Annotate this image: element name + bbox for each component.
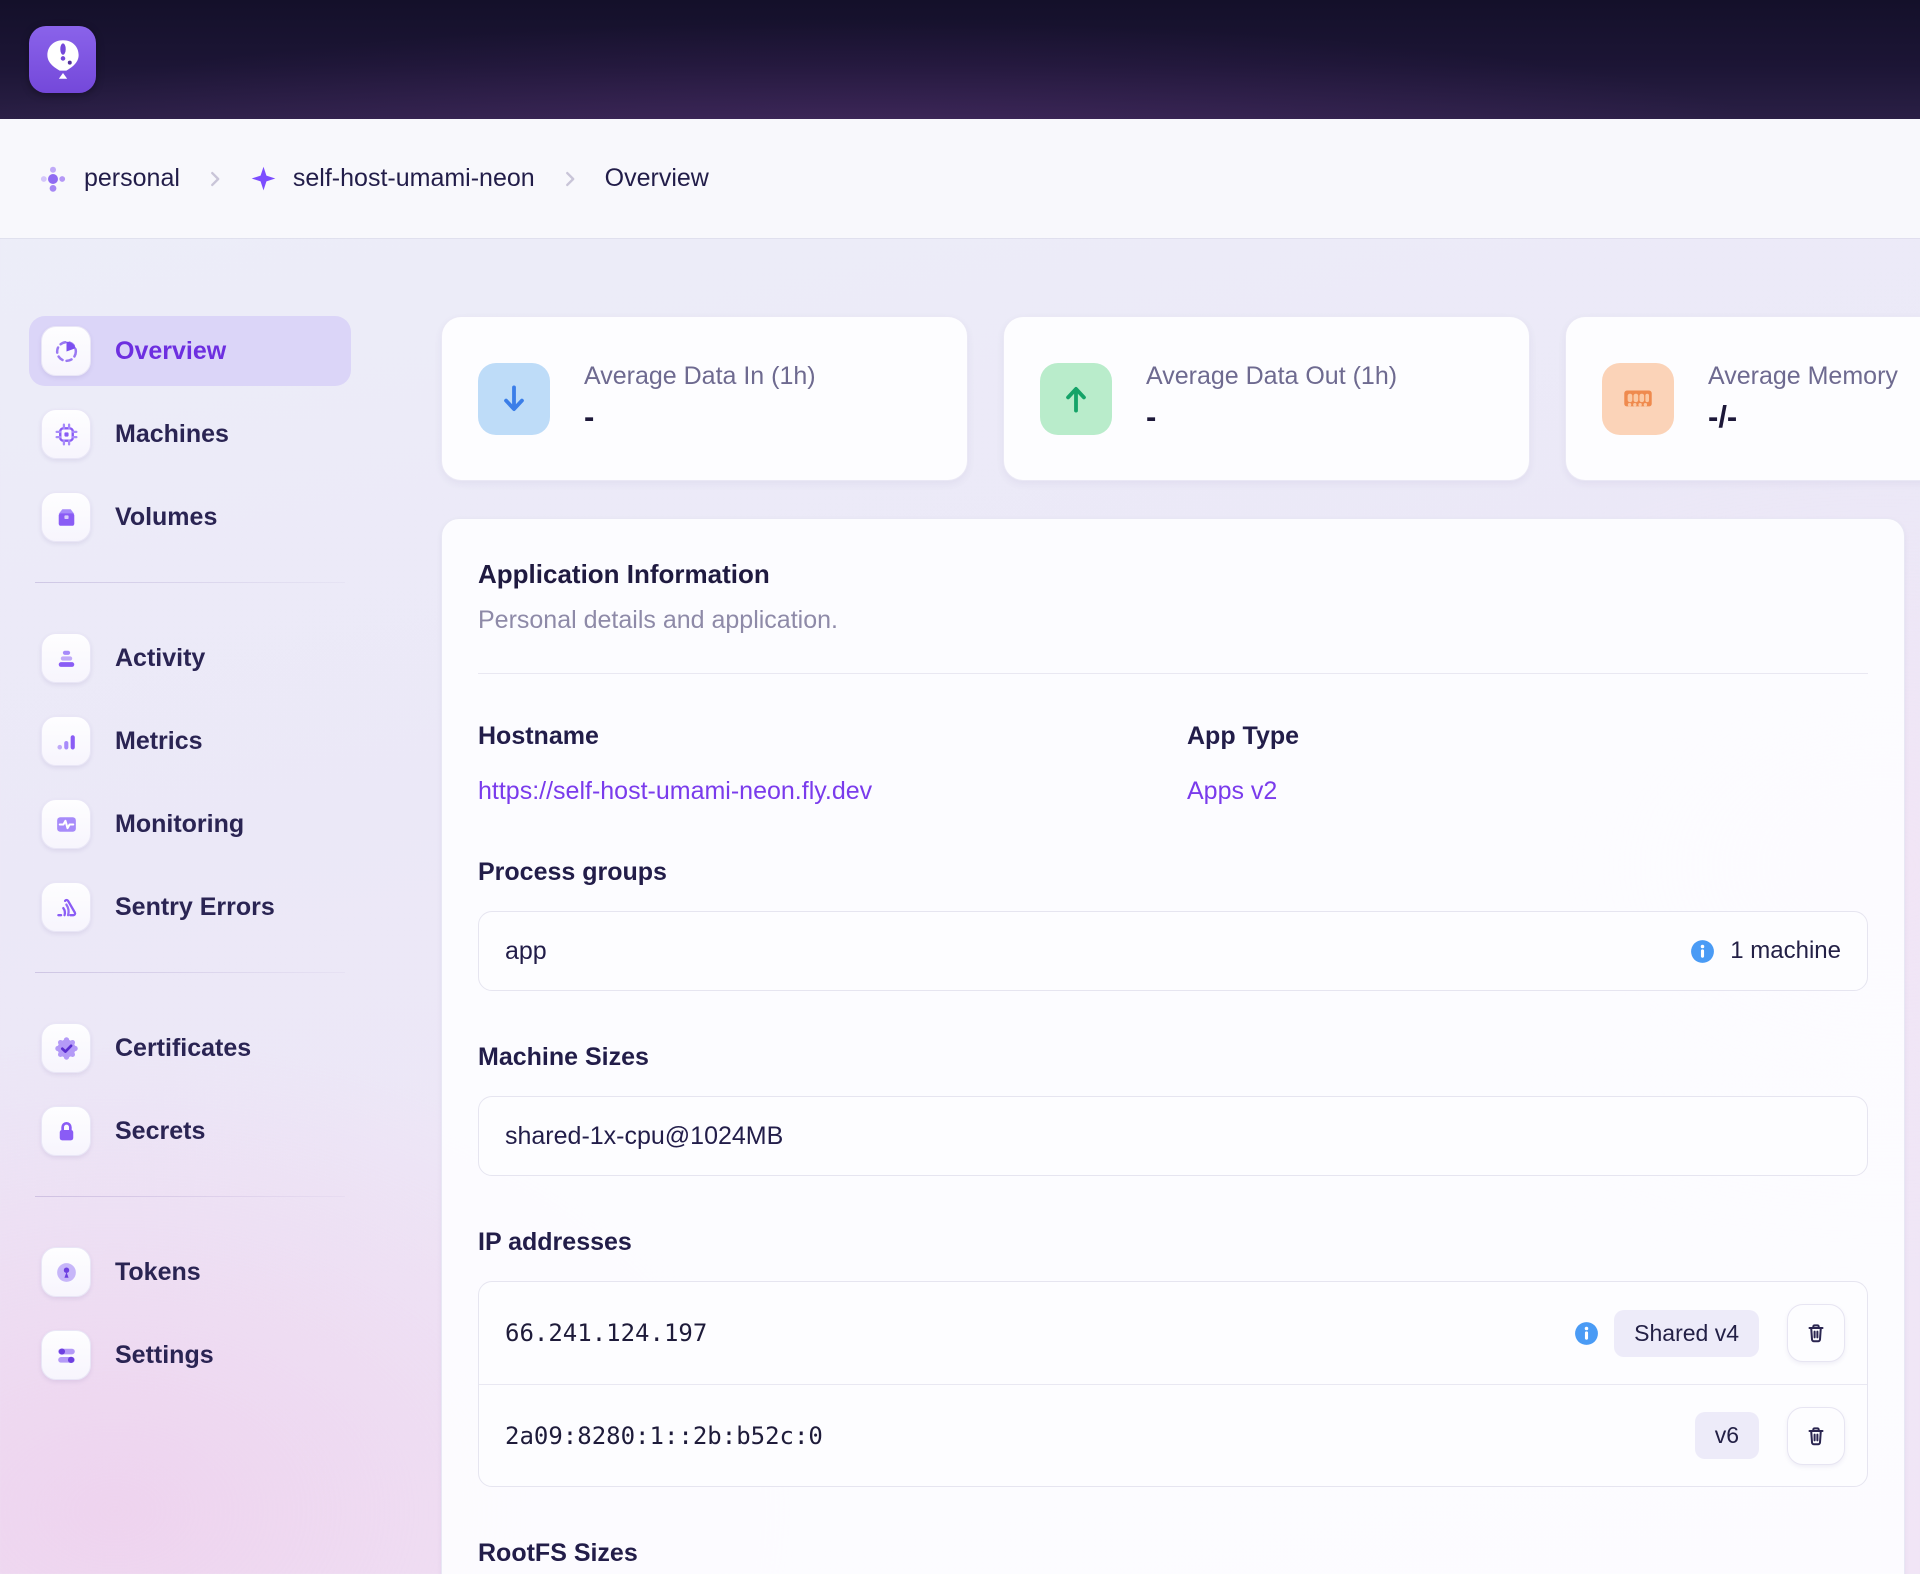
sidebar-item-label: Settings — [115, 1341, 214, 1370]
process-group-row: app 1 machine — [478, 911, 1868, 991]
hostname-link[interactable]: https://self-host-umami-neon.fly.dev — [478, 777, 872, 806]
ip-address: 2a09:8280:1::2b:b52c:0 — [505, 1422, 823, 1450]
sidebar-item-certificates[interactable]: Certificates — [29, 1013, 351, 1083]
stat-value: - — [1146, 399, 1397, 435]
breadcrumb-org-label: personal — [84, 164, 180, 193]
sidebar-divider — [35, 972, 345, 973]
sidebar-item-label: Sentry Errors — [115, 893, 275, 922]
ip-type-badge: Shared v4 — [1614, 1310, 1759, 1357]
app-type-link[interactable]: Apps v2 — [1187, 777, 1277, 806]
breadcrumb-app-label: self-host-umami-neon — [293, 164, 535, 193]
info-icon[interactable] — [1689, 938, 1716, 965]
ip-addresses-label: IP addresses — [478, 1228, 1868, 1257]
hostname-field: Hostname https://self-host-umami-neon.fl… — [478, 722, 1187, 806]
trash-icon — [1802, 1319, 1830, 1347]
sidebar: Overview Machines Volumes — [29, 316, 351, 1403]
fly-logo[interactable] — [29, 26, 96, 93]
machine-size-row: shared-1x-cpu@1024MB — [478, 1096, 1868, 1176]
memory-icon — [1602, 363, 1674, 435]
token-icon — [41, 1247, 91, 1297]
ip-addresses-box: 66.241.124.197 Shared v4 — [478, 1281, 1868, 1487]
machine-sizes-label: Machine Sizes — [478, 1043, 1868, 1072]
ip-type-badge: v6 — [1695, 1412, 1759, 1459]
application-information-panel: Application Information Personal details… — [441, 518, 1905, 1574]
chevron-right-icon — [204, 168, 226, 190]
trash-icon — [1802, 1422, 1830, 1450]
panel-subtitle: Personal details and application. — [478, 606, 1868, 635]
process-groups-label: Process groups — [478, 858, 1868, 887]
machine-size-value: shared-1x-cpu@1024MB — [505, 1122, 783, 1151]
stat-title: Average Data Out (1h) — [1146, 362, 1397, 391]
sidebar-item-secrets[interactable]: Secrets — [29, 1096, 351, 1166]
stat-title: Average Data In (1h) — [584, 362, 816, 391]
field-grid: Hostname https://self-host-umami-neon.fl… — [478, 674, 1868, 806]
sidebar-item-label: Secrets — [115, 1117, 205, 1146]
stat-card-data-out: Average Data Out (1h) - — [1003, 316, 1530, 481]
sidebar-item-label: Certificates — [115, 1034, 251, 1063]
app-type-label: App Type — [1187, 722, 1868, 751]
sidebar-item-label: Activity — [115, 644, 205, 673]
arrow-down-icon — [478, 363, 550, 435]
process-group-name: app — [505, 937, 547, 966]
breadcrumb-org[interactable]: personal — [38, 164, 180, 194]
sidebar-item-label: Metrics — [115, 727, 203, 756]
breadcrumb-app[interactable]: self-host-umami-neon — [250, 164, 535, 193]
certificate-icon — [41, 1023, 91, 1073]
sidebar-item-label: Overview — [115, 337, 226, 366]
sidebar-item-label: Monitoring — [115, 810, 244, 839]
activity-icon — [41, 633, 91, 683]
stat-title: Average Memory — [1708, 362, 1898, 391]
overview-icon — [41, 326, 91, 376]
stat-card-memory: Average Memory -/- — [1565, 316, 1920, 481]
sentry-icon — [41, 882, 91, 932]
lock-icon — [41, 1106, 91, 1156]
sidebar-item-tokens[interactable]: Tokens — [29, 1237, 351, 1307]
organization-dots-icon — [38, 164, 68, 194]
info-icon[interactable] — [1573, 1320, 1600, 1347]
sidebar-item-activity[interactable]: Activity — [29, 623, 351, 693]
sidebar-item-sentry-errors[interactable]: Sentry Errors — [29, 872, 351, 942]
chevron-right-icon — [559, 168, 581, 190]
sidebar-item-overview[interactable]: Overview — [29, 316, 351, 386]
stat-card-data-in: Average Data In (1h) - — [441, 316, 968, 481]
sidebar-item-metrics[interactable]: Metrics — [29, 706, 351, 776]
machines-icon — [41, 409, 91, 459]
machine-count: 1 machine — [1730, 937, 1841, 965]
ip-row-v4: 66.241.124.197 Shared v4 — [479, 1282, 1867, 1384]
sidebar-item-settings[interactable]: Settings — [29, 1320, 351, 1390]
stat-value: - — [584, 399, 816, 435]
sidebar-divider — [35, 1196, 345, 1197]
breadcrumb-page[interactable]: Overview — [605, 164, 709, 193]
volumes-icon — [41, 492, 91, 542]
rootfs-sizes-label: RootFS Sizes — [478, 1539, 1868, 1568]
delete-ip-button[interactable] — [1787, 1407, 1845, 1465]
sidebar-item-machines[interactable]: Machines — [29, 399, 351, 469]
sparkle-icon — [250, 165, 277, 192]
main-content: Average Data In (1h) - Average Data Out … — [441, 316, 1920, 1574]
sidebar-item-label: Volumes — [115, 503, 217, 532]
fly-balloon-icon — [38, 35, 88, 85]
hostname-label: Hostname — [478, 722, 1187, 751]
panel-title: Application Information — [478, 559, 1868, 590]
top-navbar — [0, 0, 1920, 119]
delete-ip-button[interactable] — [1787, 1304, 1845, 1362]
sidebar-item-label: Tokens — [115, 1258, 201, 1287]
stat-value: -/- — [1708, 399, 1898, 435]
sidebar-item-label: Machines — [115, 420, 229, 449]
sidebar-divider — [35, 582, 345, 583]
metrics-icon — [41, 716, 91, 766]
arrow-up-icon — [1040, 363, 1112, 435]
breadcrumb: personal self-host-umami-neon Overview — [0, 119, 1920, 238]
sidebar-item-volumes[interactable]: Volumes — [29, 482, 351, 552]
settings-icon — [41, 1330, 91, 1380]
sidebar-item-monitoring[interactable]: Monitoring — [29, 789, 351, 859]
breadcrumb-page-label: Overview — [605, 164, 709, 193]
stats-row: Average Data In (1h) - Average Data Out … — [441, 316, 1920, 481]
app-type-field: App Type Apps v2 — [1187, 722, 1868, 806]
monitoring-icon — [41, 799, 91, 849]
ip-row-v6: 2a09:8280:1::2b:b52c:0 v6 — [479, 1384, 1867, 1486]
ip-address: 66.241.124.197 — [505, 1319, 707, 1347]
panel-header: Application Information Personal details… — [478, 559, 1868, 674]
